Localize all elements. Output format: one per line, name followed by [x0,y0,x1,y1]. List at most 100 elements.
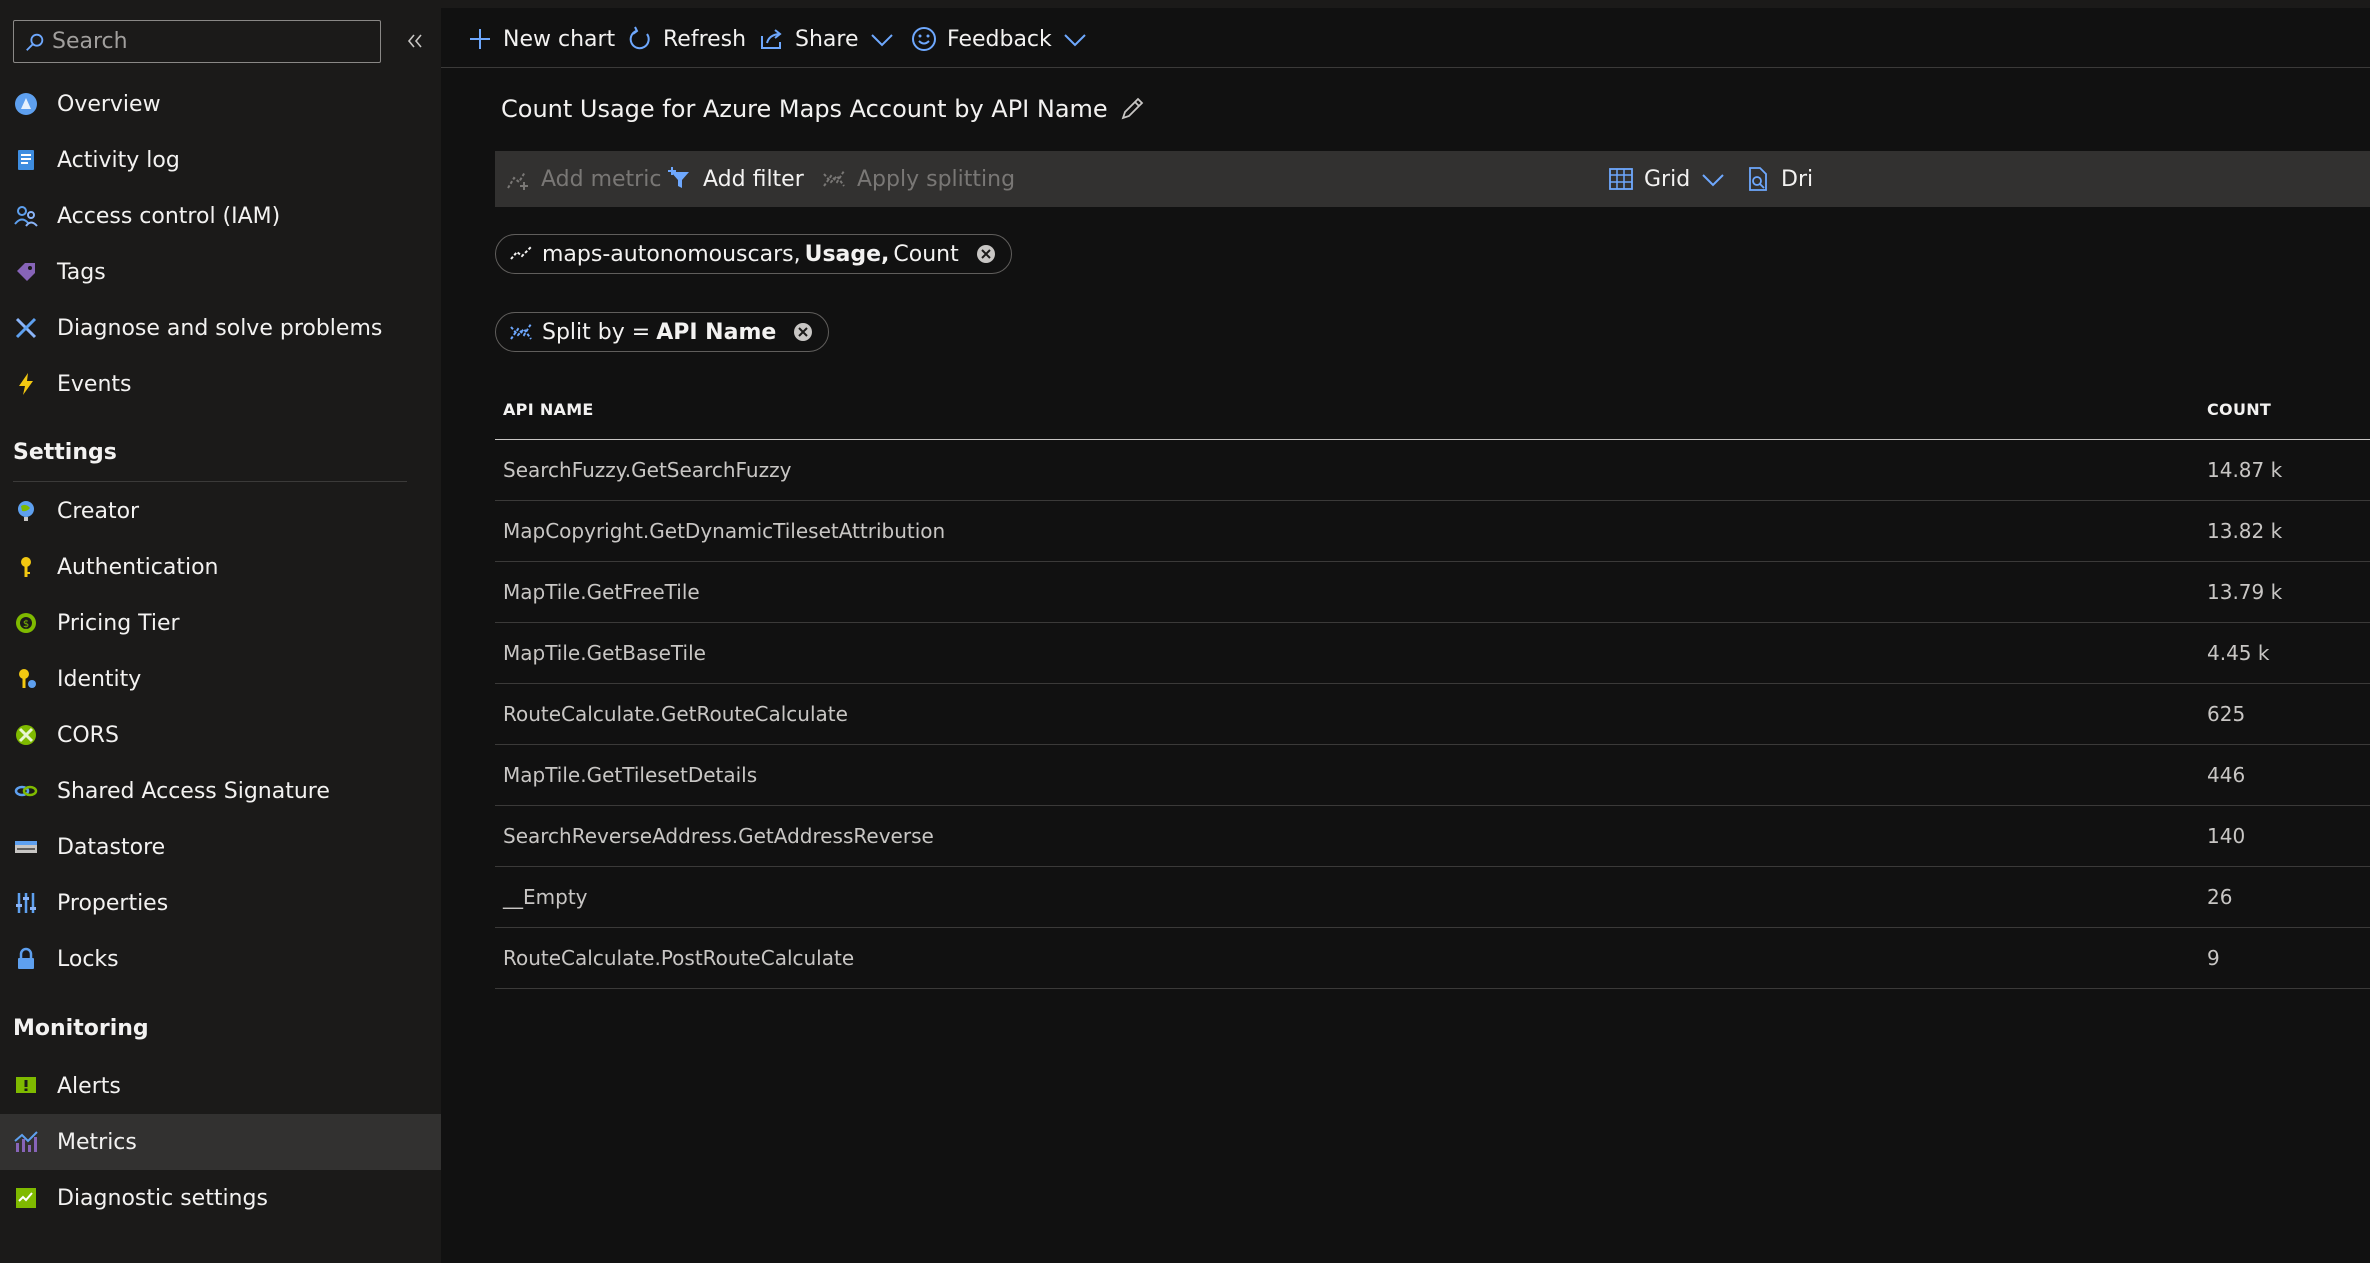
properties-icon [12,889,40,917]
api-name-cell: RouteCalculate.GetRouteCalculate [503,702,848,726]
search-input[interactable]: Search [13,20,381,63]
sidebar-item-label: Creator [57,498,140,524]
plus-icon [470,29,490,49]
section-divider [13,481,407,482]
table-row[interactable]: RouteCalculate.PostRouteCalculate 9 [495,928,2370,989]
globe-icon [12,497,40,525]
sidebar-item-diagnose[interactable]: Diagnose and solve problems [0,300,441,356]
sidebar-item-events[interactable]: Events [0,356,441,412]
sidebar-item-label: Activity log [57,147,180,173]
new-chart-button[interactable]: New chart [467,22,615,56]
api-name-cell: __Empty [503,885,588,909]
count-cell: 9 [2207,946,2220,970]
sidebar-item-label: Overview [57,91,161,117]
top-strip [441,0,2370,8]
sidebar-item-label: Identity [57,666,142,692]
add-filter-button[interactable]: Add filter [667,151,804,207]
drill-into-logs-button[interactable]: Dri [1745,151,1813,207]
sidebar-item-label: Datastore [57,834,166,860]
metric-command-bar: Add metric Add filter Apply splitting Gr… [495,151,2370,207]
sidebar-item-label: Shared Access Signature [57,778,330,804]
svg-text:$: $ [23,619,29,630]
sidebar-item-locks[interactable]: Locks [0,931,441,987]
add-filter-label: Add filter [703,166,804,192]
identity-icon [12,665,40,693]
sidebar-item-creator[interactable]: Creator [0,483,441,539]
tag-icon [12,258,40,286]
metric-aggregation: Count [893,241,959,267]
add-metric-button[interactable]: Add metric [505,151,661,207]
grid-icon [1609,168,1633,190]
split-dimension: API Name [656,319,777,345]
filter-icon [668,167,689,188]
pencil-icon[interactable] [1118,95,1146,123]
sidebar-item-properties[interactable]: Properties [0,875,441,931]
sidebar-item-authentication[interactable]: Authentication [0,539,441,595]
table-row[interactable]: __Empty 26 [495,867,2370,928]
access-control-icon [12,202,40,230]
sidebar-item-alerts[interactable]: Alerts [0,1058,441,1114]
table-row[interactable]: MapCopyright.GetDynamicTilesetAttributio… [495,501,2370,562]
sidebar-item-label: Access control (IAM) [57,203,281,229]
sidebar-item-diagnostic-settings[interactable]: Diagnostic settings [0,1170,441,1226]
column-header-count[interactable]: COUNT [2207,400,2271,419]
sidebar-item-pricing-tier[interactable]: $ Pricing Tier [0,595,441,651]
count-cell: 446 [2207,763,2246,787]
column-header-api-name[interactable]: API NAME [503,400,594,419]
sidebar-item-datastore[interactable]: Datastore [0,819,441,875]
sidebar-item-tags[interactable]: Tags [0,244,441,300]
metric-resource: maps-autonomouscars, [542,241,801,267]
main-content: New chart Refresh Share Feedback Count U… [441,0,2370,1263]
sidebar-item-label: Alerts [57,1073,121,1099]
share-icon [761,29,782,49]
table-row[interactable]: RouteCalculate.GetRouteCalculate 625 [495,684,2370,745]
chevron-down-icon [1064,34,1086,47]
sidebar-item-overview[interactable]: Overview [0,76,441,132]
sidebar-item-metrics[interactable]: Metrics [0,1114,441,1170]
sidebar-item-label: Tags [57,259,106,285]
refresh-button[interactable]: Refresh [627,22,746,56]
sidebar-item-cors[interactable]: CORS [0,707,441,763]
key-icon [12,553,40,581]
split-pill[interactable]: Split by = API Name [495,312,830,352]
sidebar-item-label: Authentication [57,554,219,580]
grid-view-button[interactable]: Grid [1608,151,1726,207]
close-icon[interactable] [975,243,997,265]
metrics-icon [12,1128,40,1156]
refresh-icon [629,26,650,50]
feedback-button[interactable]: Feedback [911,22,1088,56]
activity-log-icon [12,146,40,174]
table-row[interactable]: MapTile.GetFreeTile 13.79 k [495,562,2370,623]
count-cell: 13.82 k [2207,519,2283,543]
sidebar-item-identity[interactable]: Identity [0,651,441,707]
share-button[interactable]: Share [759,22,895,56]
api-name-cell: MapTile.GetFreeTile [503,580,700,604]
close-icon[interactable] [792,321,814,343]
sidebar-item-label: Diagnose and solve problems [57,315,383,341]
diagnostic-settings-icon [12,1184,40,1212]
drill-label: Dri [1781,166,1814,192]
cors-icon [12,721,40,749]
metric-pill[interactable]: maps-autonomouscars, Usage, Count [495,234,1012,274]
overview-icon [12,90,40,118]
sidebar-item-activity-log[interactable]: Activity log [0,132,441,188]
table-row[interactable]: SearchReverseAddress.GetAddressReverse 14… [495,806,2370,867]
apply-splitting-button[interactable]: Apply splitting [821,151,1015,207]
api-usage-table: API NAME COUNT SearchFuzzy.GetSearchFuzz… [495,380,2370,989]
toolbar: New chart Refresh Share Feedback [441,8,2370,68]
sidebar-item-shared-access-signature[interactable]: Shared Access Signature [0,763,441,819]
refresh-label: Refresh [663,26,747,52]
table-row[interactable]: SearchFuzzy.GetSearchFuzzy 14.87 k [495,440,2370,501]
feedback-label: Feedback [947,26,1052,52]
datastore-icon [12,833,40,861]
sidebar-item-access-control[interactable]: Access control (IAM) [0,188,441,244]
table-row[interactable]: MapTile.GetBaseTile 4.45 k [495,623,2370,684]
new-chart-label: New chart [503,26,616,52]
splitting-icon [823,170,845,187]
count-cell: 140 [2207,824,2246,848]
api-name-cell: MapCopyright.GetDynamicTilesetAttributio… [503,519,946,543]
table-row[interactable]: MapTile.GetTilesetDetails 446 [495,745,2370,806]
split-prefix: Split by = [542,319,651,345]
sidebar-item-label: Pricing Tier [57,610,180,636]
collapse-sidebar-button[interactable] [401,27,429,55]
